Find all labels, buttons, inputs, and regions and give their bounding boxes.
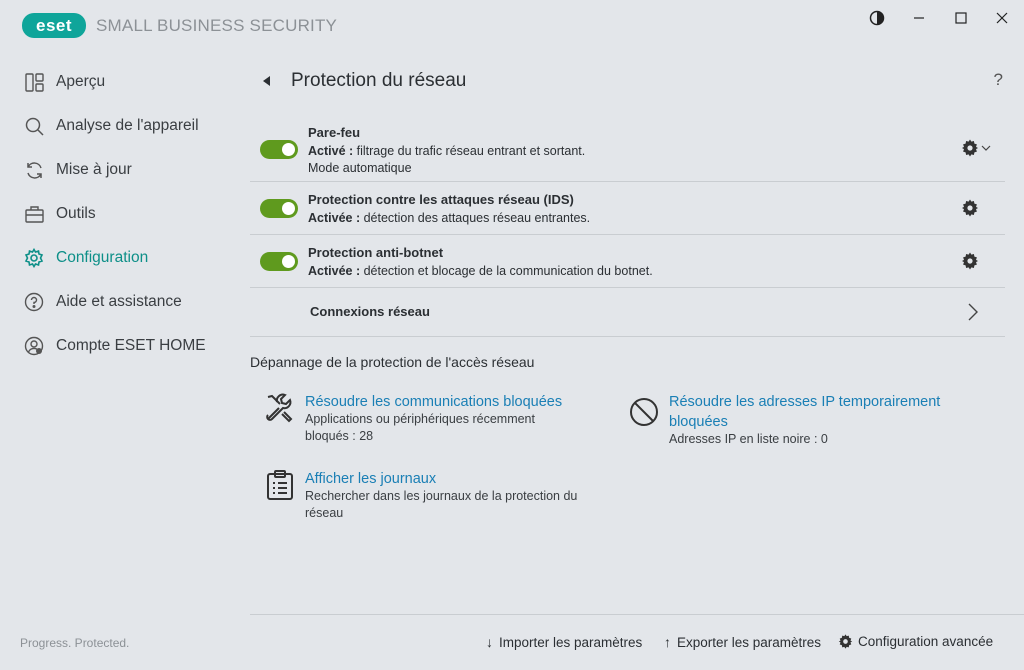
sidebar-item-outils[interactable]: Outils [0,192,240,236]
status-text: filtrage du trafic réseau entrant et sor… [353,144,586,158]
row-status: Activé : filtrage du trafic réseau entra… [308,144,585,158]
tile-desc: bloqués : 28 [305,429,374,443]
sidebar-item-apercu[interactable]: Aperçu [0,60,240,104]
export-settings-button[interactable]: ↑ Exporter les paramètres [664,634,821,650]
chevron-down-icon[interactable] [981,144,991,152]
search-icon [24,116,44,136]
tile-blocked-communications[interactable]: Résoudre les communications bloquées App… [264,392,604,452]
botnet-toggle[interactable] [260,252,298,271]
page-title: Protection du réseau [291,70,467,91]
tile-title-line1[interactable]: Résoudre les adresses IP temporairement [669,392,940,412]
row-title: Protection anti-botnet [308,245,444,260]
arrow-down-icon: ↓ [486,634,493,650]
status-label: Activée : [308,211,361,225]
overview-icon [24,72,44,92]
advanced-setup-button[interactable]: Configuration avancée [838,634,993,649]
network-connections-label: Connexions réseau [310,304,430,319]
page-header: Protection du réseau ? [250,60,1005,102]
help-button[interactable]: ? [994,70,1003,90]
blocked-icon [630,398,658,426]
eset-logo: eset SMALL BUSINESS SECURITY [22,13,337,38]
clipboard-icon [267,470,293,500]
tile-desc: Adresses IP en liste noire : 0 [669,432,828,446]
gear-icon [24,248,44,268]
logo-badge: eset [22,13,86,38]
import-settings-button[interactable]: ↓ Importer les paramètres [486,634,642,650]
sidebar-item-label: Compte ESET HOME [56,337,206,354]
sidebar-item-compte[interactable]: Compte ESET HOME [0,324,240,368]
maximize-icon[interactable] [949,8,973,28]
sidebar-item-aide[interactable]: Aide et assistance [0,280,240,324]
firewall-toggle[interactable] [260,140,298,159]
minimize-icon[interactable] [907,8,931,28]
product-name: SMALL BUSINESS SECURITY [96,15,338,35]
theme-toggle-icon[interactable] [865,8,889,28]
ids-row: Protection contre les attaques réseau (I… [250,182,1005,235]
tile-view-logs[interactable]: Afficher les journaux Rechercher dans le… [264,469,604,529]
botnet-row: Protection anti-botnet Activée : détecti… [250,235,1005,288]
account-icon [24,336,44,356]
tile-desc: réseau [305,506,344,520]
sidebar: Aperçu Analyse de l'appareil Mise à jour… [0,60,240,368]
row-title: Pare-feu [308,125,361,140]
sidebar-item-label: Configuration [56,249,149,266]
tile-desc: Applications ou périphériques récemment [305,412,535,426]
sidebar-item-configuration[interactable]: Configuration [0,236,240,280]
status-text: détection des attaques réseau entrantes. [360,211,591,225]
main-panel: Protection du réseau ? Pare-feu Activé :… [250,60,1005,337]
row-title: Protection contre les attaques réseau (I… [308,192,574,207]
sidebar-item-label: Analyse de l'appareil [56,117,199,134]
settings-gear-icon[interactable] [961,199,979,217]
ids-toggle[interactable] [260,199,298,218]
advanced-label: Configuration avancée [858,634,994,649]
tile-title-line2[interactable]: bloquées [669,412,728,432]
chevron-right-icon [968,303,978,321]
sidebar-item-label: Aperçu [56,73,106,90]
tagline: Progress. Protected. [20,636,130,650]
briefcase-icon [24,204,44,224]
settings-gear-icon[interactable] [961,139,979,157]
sidebar-item-label: Mise à jour [56,161,132,178]
tile-title[interactable]: Afficher les journaux [305,469,436,489]
footer-divider [250,614,1024,615]
export-label: Exporter les paramètres [677,634,822,650]
tile-blocked-ip[interactable]: Résoudre les adresses IP temporairement … [628,392,968,452]
sidebar-item-label: Outils [56,205,96,222]
network-connections-row[interactable]: Connexions réseau [250,288,1005,337]
tools-icon [266,393,293,423]
firewall-mode: Mode automatique [308,161,412,175]
close-icon[interactable] [990,8,1014,28]
settings-gear-icon[interactable] [961,252,979,270]
help-icon [24,292,44,312]
firewall-row: Pare-feu Activé : filtrage du trafic rés… [250,120,1005,182]
back-icon[interactable] [263,76,270,86]
refresh-icon [24,160,44,180]
import-label: Importer les paramètres [499,634,643,650]
row-status: Activée : détection et blocage de la com… [308,264,653,278]
arrow-up-icon: ↑ [664,634,671,650]
tile-title[interactable]: Résoudre les communications bloquées [305,392,562,412]
status-label: Activée : [308,264,361,278]
sidebar-item-mise-a-jour[interactable]: Mise à jour [0,148,240,192]
troubleshooting-title: Dépannage de la protection de l'accès ré… [250,354,535,370]
gear-icon [838,634,853,649]
tile-desc: Rechercher dans les journaux de la prote… [305,489,578,503]
sidebar-item-analyse[interactable]: Analyse de l'appareil [0,104,240,148]
row-status: Activée : détection des attaques réseau … [308,211,590,225]
sidebar-item-label: Aide et assistance [56,293,182,310]
status-label: Activé : [308,144,354,158]
status-text: détection et blocage de la communication… [360,264,653,278]
